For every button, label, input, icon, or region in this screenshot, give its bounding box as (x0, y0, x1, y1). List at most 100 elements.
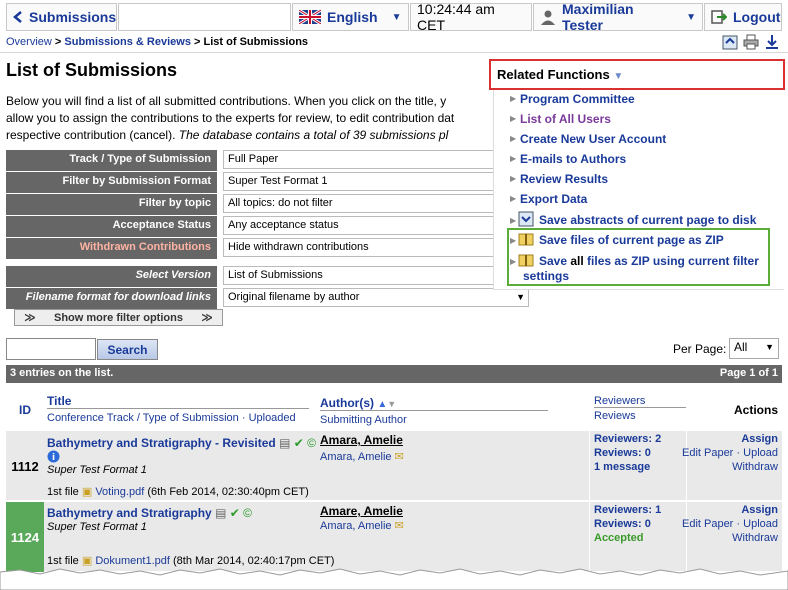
header-reviews[interactable]: Reviews (594, 410, 686, 422)
bullet-icon: ▶ (510, 174, 517, 183)
header-submitting-author[interactable]: Submitting Author (320, 414, 548, 426)
header-reviewers[interactable]: Reviewers (594, 395, 686, 408)
submitter-link[interactable]: Amara, Amelie (320, 451, 392, 463)
logout-label: Logout (733, 9, 781, 25)
language-selector[interactable]: English ▼ (292, 3, 409, 31)
author-name[interactable]: Amare, Amelie (320, 504, 403, 518)
header-authors[interactable]: Author(s) ▲▼ (320, 396, 548, 411)
message-count[interactable]: 1 message (594, 461, 650, 473)
reviews-count[interactable]: Reviews: 0 (594, 447, 651, 459)
search-button[interactable]: Search (97, 339, 158, 360)
header-uploaded[interactable]: Uploaded (249, 412, 296, 424)
file-link[interactable]: Voting.pdf (95, 486, 144, 498)
user-menu[interactable]: Maximilian Tester ▼ (533, 1, 703, 33)
caret-down-icon: ▼ (686, 11, 696, 23)
download-icon[interactable] (765, 34, 779, 53)
related-functions-toggle[interactable]: Related Functions ▼ (489, 59, 785, 90)
submission-format: Super Test Format 1 (47, 521, 147, 533)
uk-flag-icon (299, 10, 321, 24)
divider (589, 502, 590, 572)
breadcrumb-reviews[interactable]: Submissions & Reviews (64, 36, 191, 48)
filter-topic-select[interactable]: All topics: do not filter (223, 194, 523, 213)
edit-paper-link[interactable]: Edit Paper (682, 447, 733, 459)
menu-review-results[interactable]: Review Results (520, 172, 608, 186)
table-row: 1112 Bathymetry and Stratigraphy - Revis… (6, 430, 782, 501)
submitter-line: Amara, Amelie ✉ (320, 519, 404, 532)
print-icon[interactable] (743, 34, 759, 53)
menu-list-all-users[interactable]: List of All Users (520, 112, 611, 126)
user-icon (540, 9, 556, 25)
bullet-icon: ▶ (510, 134, 517, 143)
reviewers-count[interactable]: Reviewers: 2 (594, 433, 661, 445)
submitter-link[interactable]: Amara, Amelie (320, 520, 392, 532)
file-icon: ▣ (81, 486, 93, 498)
assign-link[interactable]: Assign (741, 433, 778, 445)
upload-link[interactable]: Upload (743, 447, 778, 459)
home-label: Submissions (29, 9, 117, 25)
filter-withdrawn: Withdrawn Contributions Hide withdrawn c… (6, 238, 523, 259)
breadcrumb-overview[interactable]: Overview (6, 36, 52, 48)
header-id[interactable]: ID (19, 403, 31, 417)
header-title[interactable]: Title (47, 394, 309, 409)
filter-label: Withdrawn Contributions (6, 238, 217, 259)
filter-format-select[interactable]: Super Test Format 1 (223, 172, 523, 191)
torn-edge (0, 568, 788, 590)
file-line: 1st file ▣ Voting.pdf (6th Feb 2014, 02:… (47, 485, 309, 498)
menu-program-committee[interactable]: Program Committee (520, 92, 635, 106)
filter-value: Any acceptance status (228, 219, 339, 231)
divider (686, 502, 687, 572)
menu-save-abstracts[interactable]: Save abstracts of current page to disk (539, 213, 756, 227)
sort-down-icon[interactable]: ▼ (387, 399, 396, 409)
filter-acceptance: Acceptance Status Any acceptance status (6, 216, 523, 237)
per-page-label: Per Page: (673, 342, 727, 356)
reviews-count[interactable]: Reviews: 0 (594, 518, 651, 530)
upload-link[interactable]: Upload (743, 518, 778, 530)
document-icon[interactable]: ▤ (279, 436, 290, 450)
filter-withdrawn-select[interactable]: Hide withdrawn contributions (223, 238, 523, 257)
filter-track-select[interactable]: Full Paper (223, 150, 523, 169)
mail-icon[interactable]: ✉ (395, 451, 404, 463)
header-track[interactable]: Conference Track / Type of Submission (47, 412, 239, 424)
assign-link[interactable]: Assign (741, 504, 778, 516)
svg-text:i: i (52, 453, 55, 463)
filter-value: Super Test Format 1 (228, 175, 328, 187)
top-spacer (118, 3, 291, 31)
submission-title: Bathymetry and Stratigraphy - Revisited (47, 436, 276, 450)
submission-title-link[interactable]: Bathymetry and Stratigraphy ▤ ✔ © (47, 506, 252, 520)
filter-acceptance-select[interactable]: Any acceptance status (223, 216, 523, 235)
edit-upload-links: Edit Paper · Upload (681, 518, 778, 530)
menu-create-user[interactable]: Create New User Account (520, 132, 666, 146)
intro-db-total: The database contains a total of 39 subm… (178, 128, 449, 142)
search-input[interactable] (6, 338, 96, 360)
double-chevron-down-icon: ≫ (24, 312, 36, 324)
menu-emails-authors[interactable]: E-mails to Authors (520, 152, 626, 166)
withdraw-link[interactable]: Withdraw (732, 532, 778, 544)
filter-label: Filter by topic (6, 194, 217, 215)
divider (589, 431, 590, 501)
per-page-select[interactable]: All ▼ (729, 338, 779, 359)
intro-line: allow you to assign the contributions to… (6, 111, 455, 125)
show-more-filters-button[interactable]: ≫ Show more filter options ≫ (14, 309, 223, 326)
page-indicator: Page 1 of 1 (719, 367, 778, 379)
reviewers-count[interactable]: Reviewers: 1 (594, 504, 661, 516)
edit-paper-link[interactable]: Edit Paper (682, 518, 733, 530)
breadcrumb-current: List of Submissions (203, 36, 309, 48)
header-authors-block: Author(s) ▲▼ Submitting Author (320, 396, 548, 426)
mail-icon[interactable]: ✉ (395, 520, 404, 532)
entries-bar: 3 entries on the list. Page 1 of 1 (6, 365, 782, 383)
export-icon[interactable] (722, 34, 738, 53)
submission-title-link[interactable]: Bathymetry and Stratigraphy - Revisited … (47, 436, 316, 450)
menu-export-data[interactable]: Export Data (520, 192, 587, 206)
sort-up-icon[interactable]: ▲ (377, 399, 387, 410)
withdraw-link[interactable]: Withdraw (732, 461, 778, 473)
check-icon: ✔ (293, 436, 304, 450)
filter-filename-select[interactable]: Original filename by author ▼ (223, 288, 529, 307)
submission-format: Super Test Format 1 (47, 464, 147, 476)
zip-highlight-box (507, 228, 770, 286)
filter-version-select[interactable]: List of Submissions (223, 266, 523, 285)
author-name[interactable]: Amara, Amelie (320, 433, 403, 447)
submissions-home-button[interactable]: Submissions (6, 3, 117, 31)
related-functions-title: Related Functions (497, 67, 610, 82)
document-icon[interactable]: ▤ (215, 506, 226, 520)
logout-button[interactable]: Logout (704, 3, 782, 31)
